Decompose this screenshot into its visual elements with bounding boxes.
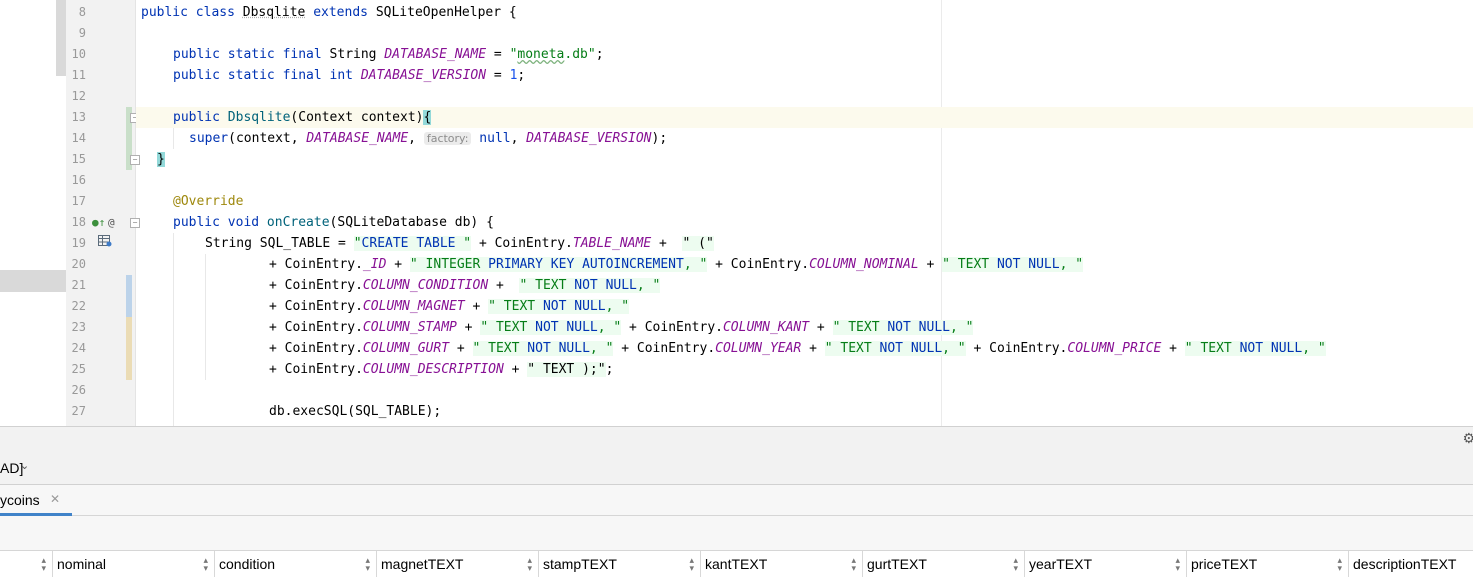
override-up-icon[interactable]: ●↑ — [92, 212, 105, 233]
code-editor[interactable]: 8 9 10 11 12 13 14 15 16 17 18 19 20 21 … — [0, 0, 1473, 426]
line-number: 26 — [71, 383, 86, 397]
line-number: 11 — [71, 68, 86, 82]
line-number: 9 — [78, 26, 86, 40]
code-line-24: + CoinEntry.COLUMN_GURT + " TEXT NOT NUL… — [269, 341, 1326, 356]
column-header[interactable]: ▴ ▾ — [0, 551, 53, 577]
code-line-18: public void onCreate(SQLiteDatabase db) … — [173, 215, 494, 230]
line-number: 21 — [71, 278, 86, 292]
line-number: 17 — [71, 194, 86, 208]
column-header-condition[interactable]: condition ▴ ▾ — [215, 551, 377, 577]
code-line-23: + CoinEntry.COLUMN_STAMP + " TEXT NOT NU… — [269, 320, 974, 335]
scroll-marker[interactable] — [56, 0, 66, 76]
code-line-27: db.execSQL(SQL_TABLE); — [269, 404, 442, 419]
db-panel-toolbar: ⚙ — [0, 426, 1473, 455]
code-line-22: + CoinEntry.COLUMN_MAGNET + " TEXT NOT N… — [269, 299, 630, 314]
sort-icon[interactable]: ▴ ▾ — [1337, 556, 1342, 573]
column-header-gurt[interactable]: gurtTEXT ▴ ▾ — [863, 551, 1025, 577]
code-line-25: + CoinEntry.COLUMN_DESCRIPTION + " TEXT … — [269, 362, 614, 377]
sort-icon[interactable]: ▴ ▾ — [851, 556, 856, 573]
code-line-19: String SQL_TABLE = "CREATE TABLE " + Coi… — [205, 236, 714, 251]
column-header-nominal[interactable]: nominal ▴ ▾ — [53, 551, 215, 577]
close-icon[interactable]: ✕ — [50, 492, 60, 506]
code-line-17: @Override — [173, 194, 244, 209]
parameter-hint: factory: — [423, 132, 472, 145]
line-number: 10 — [71, 47, 86, 61]
tab-label: ycoins — [0, 492, 40, 508]
column-header-year[interactable]: yearTEXT ▴ ▾ — [1025, 551, 1187, 577]
line-number: 22 — [71, 299, 86, 313]
vcs-change-marker[interactable] — [126, 275, 132, 317]
gear-icon[interactable]: ⚙ — [1462, 431, 1473, 447]
table-header-row: ▴ ▾ nominal ▴ ▾ condition ▴ ▾ magnetTEXT ▴ ▾ st… — [0, 551, 1473, 580]
sort-icon[interactable]: ▴ ▾ — [527, 556, 532, 573]
code-line-11: public static final int DATABASE_VERSION… — [173, 68, 526, 83]
code-line-8: public class Dbsqlite extends SQLiteOpen… — [141, 5, 517, 20]
sort-icon[interactable]: ▴ ▾ — [41, 556, 46, 573]
code-line-14: super(context, DATABASE_NAME, factory: n… — [189, 131, 668, 146]
line-number: 14 — [71, 131, 86, 145]
db-table-icon[interactable] — [98, 233, 112, 254]
chevron-down-icon[interactable]: ⌄ — [20, 459, 29, 472]
sort-icon[interactable]: ▴ ▾ — [1175, 556, 1180, 573]
sort-icon[interactable]: ▴ ▾ — [689, 556, 694, 573]
connection-selector[interactable]: AD] ⌄ — [0, 455, 1473, 485]
line-number: 12 — [71, 89, 86, 103]
annotation-at-icon[interactable]: @ — [108, 212, 115, 233]
line-number: 18 — [71, 215, 86, 229]
line-number: 23 — [71, 320, 86, 334]
query-toolbar — [0, 516, 1473, 551]
code-line-15: } — [157, 152, 165, 167]
line-number: 8 — [78, 5, 86, 19]
indent-guide — [205, 254, 206, 380]
code-line-10: public static final String DATABASE_NAME… — [173, 47, 604, 62]
code-area[interactable]: public class Dbsqlite extends SQLiteOpen… — [136, 0, 1473, 426]
sort-icon[interactable]: ▴ ▾ — [1013, 556, 1018, 573]
table-tab-bar: ycoins ✕ — [0, 485, 1473, 516]
column-header-stamp[interactable]: stampTEXT ▴ ▾ — [539, 551, 701, 577]
code-line-20: + CoinEntry._ID + " INTEGER PRIMARY KEY … — [269, 257, 1084, 272]
sort-icon[interactable]: ▴ ▾ — [365, 556, 370, 573]
code-line-21: + CoinEntry.COLUMN_CONDITION + " TEXT NO… — [269, 278, 661, 293]
editor-left-strip — [0, 0, 66, 426]
line-number-gutter: 8 9 10 11 12 13 14 15 16 17 18 19 20 21 … — [66, 0, 140, 426]
vcs-change-marker[interactable] — [126, 317, 132, 380]
scroll-marker[interactable] — [0, 270, 66, 292]
line-number: 24 — [71, 341, 86, 355]
line-number: 19 — [71, 236, 86, 250]
tab-coins[interactable]: ycoins ✕ — [0, 485, 72, 516]
indent-guide — [173, 233, 174, 426]
column-header-kant[interactable]: kantTEXT ▴ ▾ — [701, 551, 863, 577]
column-header-description[interactable]: descriptionTEXT — [1349, 551, 1473, 577]
line-number: 20 — [71, 257, 86, 271]
line-number: 13 — [71, 110, 86, 124]
column-header-price[interactable]: priceTEXT ▴ ▾ — [1187, 551, 1349, 577]
indent-guide — [173, 128, 174, 149]
line-number: 15 — [71, 152, 86, 166]
line-number: 16 — [71, 173, 86, 187]
sort-icon[interactable]: ▴ ▾ — [203, 556, 208, 573]
column-header-magnet[interactable]: magnetTEXT ▴ ▾ — [377, 551, 539, 577]
line-number: 27 — [71, 404, 86, 418]
code-line-13: public Dbsqlite(Context context){ — [173, 110, 432, 125]
line-number: 25 — [71, 362, 86, 376]
